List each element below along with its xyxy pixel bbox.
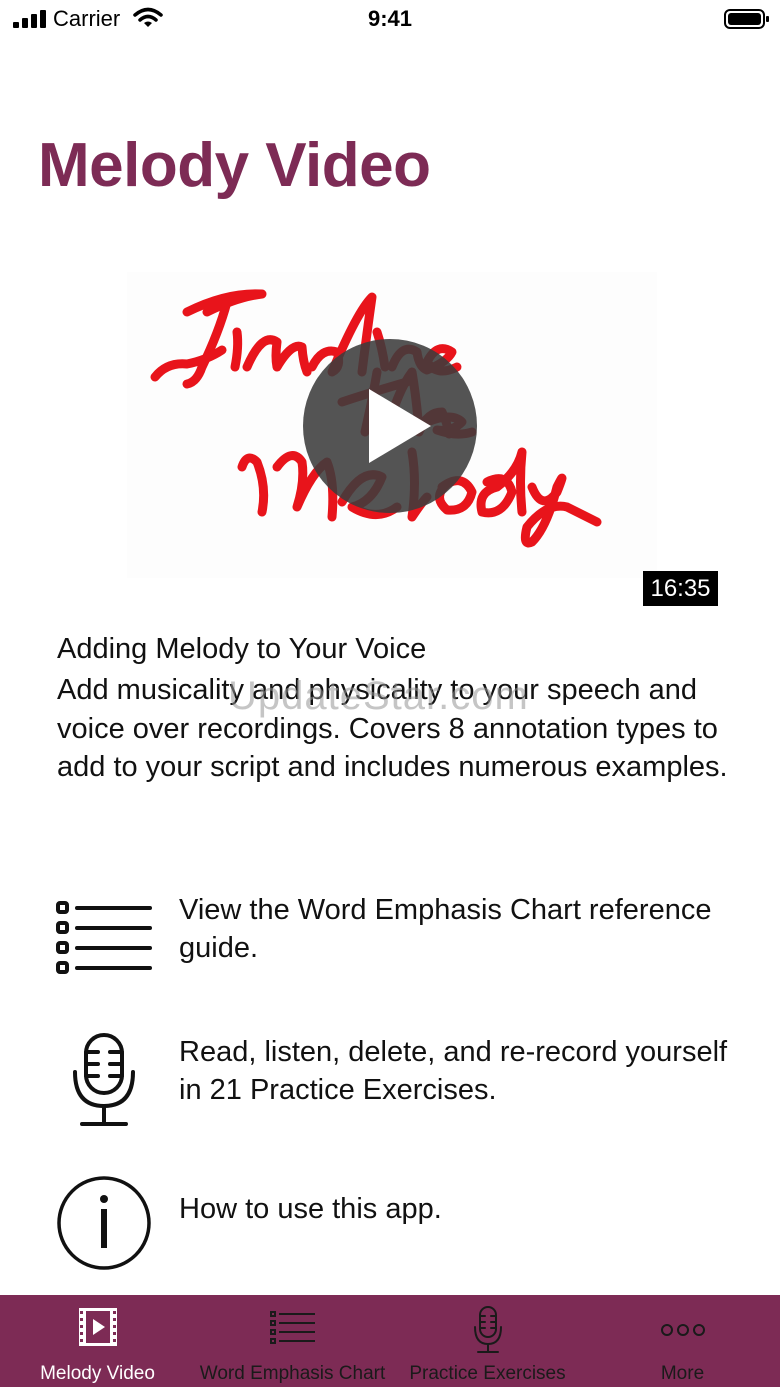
menu-item-label: View the Word Emphasis Chart reference g…: [179, 894, 712, 964]
menu-item-practice-exercises[interactable]: Read, listen, delete, and re-record your…: [0, 1032, 780, 1132]
menu-item-label: How to use this app.: [179, 1193, 442, 1225]
watermark: UpdateStar.com: [228, 674, 529, 718]
status-bar: Carrier 9:41: [0, 0, 780, 40]
microphone-icon: [473, 1306, 502, 1353]
menu-item-how-to-use[interactable]: How to use this app.: [0, 1175, 780, 1271]
list-icon: [269, 1311, 315, 1344]
tab-bar: Melody Video Word Emphasis Chart Practic…: [0, 1295, 780, 1387]
film-icon: [78, 1308, 117, 1346]
menu-item-word-emphasis[interactable]: View the Word Emphasis Chart reference g…: [0, 894, 780, 975]
tab-label: More: [660, 1363, 705, 1384]
tab-practice-exercises[interactable]: Practice Exercises: [390, 1295, 585, 1387]
video-duration: 16:35: [643, 571, 718, 606]
tab-label: Word Emphasis Chart: [199, 1363, 386, 1384]
list-icon: [56, 901, 152, 974]
tab-word-emphasis-chart[interactable]: Word Emphasis Chart: [195, 1295, 390, 1387]
info-icon: [57, 1176, 151, 1270]
play-button[interactable]: [303, 339, 477, 513]
menu-item-label: Read, listen, delete, and re-record your…: [179, 1036, 728, 1106]
tab-label: Practice Exercises: [409, 1363, 566, 1384]
battery-icon: [724, 9, 769, 29]
clock: 9:41: [367, 6, 413, 31]
tab-label: Melody Video: [40, 1363, 155, 1384]
video-title: Adding Melody to Your Voice: [57, 633, 427, 665]
page-title: Melody Video: [38, 131, 431, 200]
more-icon: [660, 1324, 705, 1336]
tab-melody-video[interactable]: Melody Video: [0, 1295, 195, 1387]
tab-more[interactable]: More: [585, 1295, 780, 1387]
microphone-icon: [73, 1033, 135, 1126]
